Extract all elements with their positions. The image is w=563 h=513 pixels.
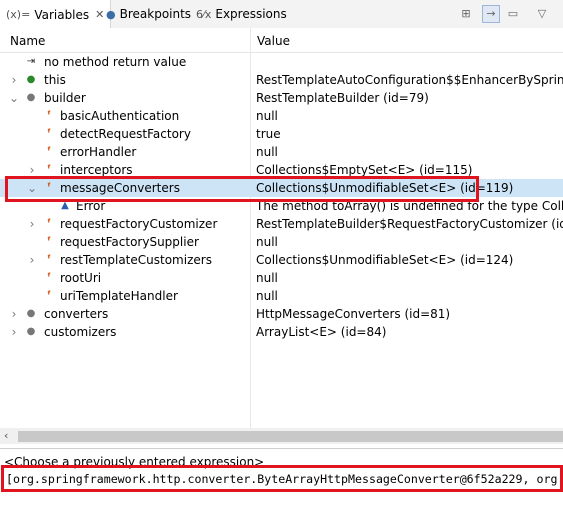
tab-variables-label: Variables [34, 7, 90, 22]
minimize-icon[interactable]: ▭ [505, 6, 521, 22]
variable-value: null [256, 145, 278, 159]
local-variable-icon: ● [26, 74, 36, 85]
return-value-icon: ⇥ [26, 56, 36, 67]
tree-row[interactable]: ᶠ requestFactorySupplier null [0, 233, 563, 251]
variable-value: RestTemplateBuilder (id=79) [256, 91, 429, 105]
variable-name: uriTemplateHandler [60, 289, 178, 303]
tree-row[interactable]: › ᶠ requestFactoryCustomizer RestTemplat… [0, 215, 563, 233]
scrollbar-thumb[interactable] [18, 431, 563, 442]
horizontal-scrollbar[interactable]: ‹ [0, 428, 563, 444]
variable-name: no method return value [44, 55, 187, 69]
chevron-right-icon[interactable]: › [8, 305, 20, 323]
tree-row[interactable]: ᶠ uriTemplateHandler null [0, 287, 563, 305]
tree-row[interactable]: › ᶠ restTemplateCustomizers Collections$… [0, 251, 563, 269]
variable-value: RestTemplateAutoConfiguration$$EnhancerB… [256, 73, 563, 87]
variable-name: errorHandler [60, 145, 137, 159]
variable-name: requestFactorySupplier [60, 235, 199, 249]
variable-name: restTemplateCustomizers [60, 253, 212, 267]
tab-breakpoints-label: Breakpoints [119, 7, 192, 21]
chevron-right-icon[interactable]: › [26, 251, 38, 269]
variable-value: ArrayList<E> (id=84) [256, 325, 387, 339]
variable-value: RestTemplateBuilder$RequestFactoryCustom… [256, 217, 563, 231]
final-field-icon: ᶠ [47, 218, 51, 229]
tree-row[interactable]: › ● customizers ArrayList<E> (id=84) [0, 323, 563, 341]
tab-expressions[interactable]: 6⁄x Expressions [196, 0, 287, 28]
final-field-icon: ᶠ [47, 128, 51, 139]
variable-name: requestFactoryCustomizer [60, 217, 218, 231]
variable-name: converters [44, 307, 109, 321]
tree-row[interactable]: ⌄ ● builder RestTemplateBuilder (id=79) [0, 89, 563, 107]
object-icon: ● [26, 92, 36, 103]
object-icon: ● [26, 326, 36, 337]
chevron-right-icon[interactable]: › [8, 323, 20, 341]
show-logical-structure-icon[interactable]: → [482, 5, 500, 23]
view-tab-bar: (x)= Variables ✕ ● Breakpoints 6⁄x Expre… [0, 0, 563, 29]
tree-row[interactable]: › ● this RestTemplateAutoConfiguration$$… [0, 71, 563, 89]
final-field-icon: ᶠ [47, 110, 51, 121]
name-column-header[interactable]: Name [10, 34, 45, 48]
variable-value: HttpMessageConverters (id=81) [256, 307, 451, 321]
tree-row[interactable]: ᶠ detectRequestFactory true [0, 125, 563, 143]
variable-value: null [256, 271, 278, 285]
variables-icon: (x)= [6, 8, 31, 21]
variable-value: true [256, 127, 281, 141]
tree-row[interactable]: ᶠ rootUri null [0, 269, 563, 287]
tab-breakpoints[interactable]: ● Breakpoints [106, 0, 191, 28]
close-icon[interactable]: ✕ [95, 8, 104, 21]
variable-name: detectRequestFactory [60, 127, 191, 141]
view-menu-icon[interactable]: ▽ [534, 6, 550, 22]
scroll-left-icon[interactable]: ‹ [4, 429, 8, 442]
object-icon: ● [26, 308, 36, 319]
tab-variables[interactable]: (x)= Variables ✕ [0, 0, 112, 29]
breakpoints-icon: ● [106, 7, 116, 21]
variable-name: customizers [44, 325, 117, 339]
chevron-down-icon[interactable]: ⌄ [8, 89, 20, 107]
final-field-icon: ᶠ [47, 236, 51, 247]
value-column-header[interactable]: Value [257, 34, 290, 48]
variable-name: rootUri [60, 271, 102, 285]
tab-expressions-label: Expressions [215, 7, 287, 21]
tree-row[interactable]: › ● converters HttpMessageConverters (id… [0, 305, 563, 323]
variable-value: null [256, 235, 278, 249]
expressions-icon: 6⁄x [196, 7, 212, 21]
variable-name: builder [44, 91, 86, 105]
final-field-icon: ᶠ [47, 272, 51, 283]
tree-row[interactable]: ᶠ errorHandler null [0, 143, 563, 161]
variable-value: null [256, 289, 278, 303]
chevron-right-icon[interactable]: › [8, 71, 20, 89]
variable-value: null [256, 109, 278, 123]
chevron-right-icon[interactable]: › [26, 215, 38, 233]
highlight-box [5, 176, 479, 202]
final-field-icon: ᶠ [47, 254, 51, 265]
tree-row[interactable]: ⇥ no method return value [0, 53, 563, 71]
variable-value: Collections$UnmodifiableSet<E> (id=124) [256, 253, 514, 267]
final-field-icon: ᶠ [47, 290, 51, 301]
collapse-all-icon[interactable]: ⊞ [458, 6, 474, 22]
final-field-icon: ᶠ [47, 146, 51, 157]
highlight-box [1, 465, 563, 492]
variable-name: this [44, 73, 66, 87]
column-header: Name Value [0, 28, 563, 53]
variable-name: basicAuthentication [60, 109, 180, 123]
tree-row[interactable]: ᶠ basicAuthentication null [0, 107, 563, 125]
